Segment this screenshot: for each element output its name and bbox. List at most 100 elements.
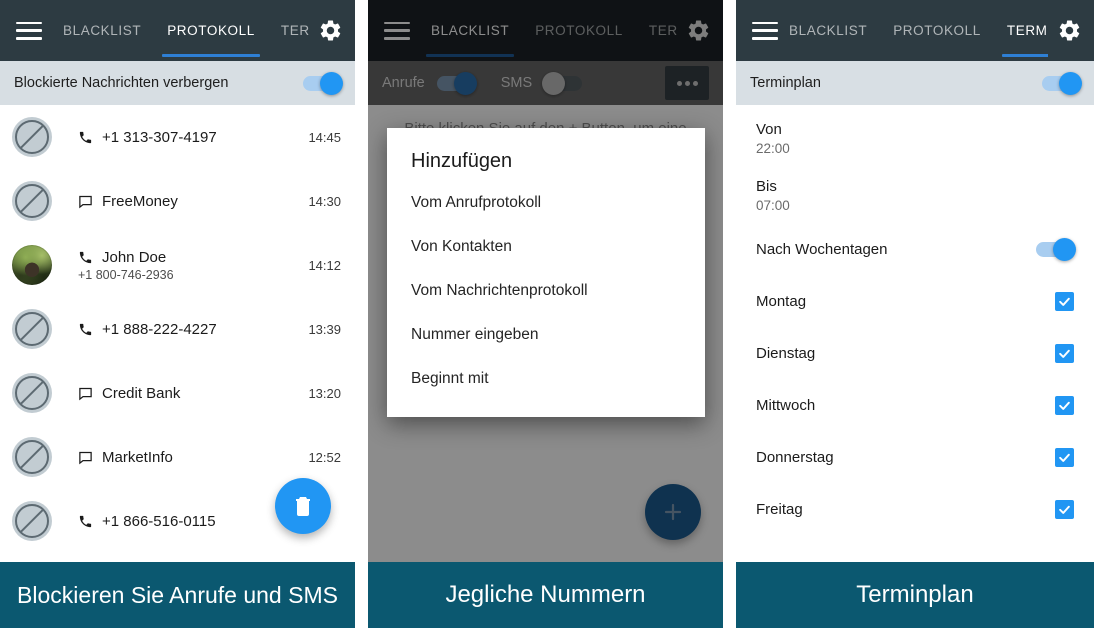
hamburger-icon[interactable] — [752, 21, 778, 40]
weekdays-label: Nach Wochentagen — [756, 240, 888, 258]
schedule-enable-toggle[interactable] — [1042, 71, 1082, 95]
panel-protokoll: BLACKLIST PROTOKOLL TERMINPLAN Blockiert… — [0, 0, 355, 628]
check-icon — [1059, 505, 1070, 514]
day-label: Montag — [756, 292, 807, 310]
app-bar: BLACKLIST PROTOKOLL TERMINPLAN — [0, 0, 355, 61]
blocked-icon — [12, 117, 52, 157]
tab-terminplan[interactable]: TERMINPLAN — [994, 0, 1048, 61]
row-title: FreeMoney — [102, 192, 178, 210]
check-icon — [1059, 401, 1070, 410]
day-label: Dienstag — [756, 344, 816, 362]
tab-bar: BLACKLIST PROTOKOLL TERMINPLAN — [50, 0, 309, 61]
day-label: Donnerstag — [756, 448, 834, 466]
hamburger-icon[interactable] — [16, 21, 42, 40]
table-row[interactable]: FreeMoney 14:30 — [0, 169, 355, 233]
day-label: Mittwoch — [756, 396, 816, 414]
phone-icon — [78, 514, 93, 529]
blocked-icon — [12, 373, 52, 413]
toggle-knob — [1053, 237, 1076, 261]
from-time-setting[interactable]: Von 22:00 — [736, 109, 1094, 166]
dialog-item-starts-with[interactable]: Beginnt mit — [387, 357, 705, 401]
day-checkbox[interactable] — [1055, 395, 1074, 415]
schedule-enable-label: Terminplan — [750, 75, 821, 91]
row-time: 13:20 — [308, 385, 341, 401]
day-checkbox[interactable] — [1055, 499, 1074, 519]
day-checkbox[interactable] — [1055, 343, 1074, 363]
row-subtitle: +1 800-746-2936 — [78, 267, 174, 282]
blocked-icon — [12, 437, 52, 477]
check-icon — [1059, 453, 1070, 462]
app-bar: BLACKLIST PROTOKOLL TERMINPLAN — [736, 0, 1094, 61]
day-row-monday[interactable]: Montag — [736, 275, 1094, 327]
schedule-settings: Von 22:00 Bis 07:00 Nach Wochentagen Mon… — [736, 105, 1094, 535]
tab-terminplan[interactable]: TERMINPLAN — [268, 0, 309, 61]
row-content: FreeMoney — [52, 193, 300, 210]
day-row-friday[interactable]: Freitag — [736, 483, 1094, 535]
tab-bar: BLACKLIST PROTOKOLL TERMINPLAN — [776, 0, 1048, 61]
row-content: +1 313-307-4197 — [52, 129, 300, 146]
table-row[interactable]: +1 888-222-4227 13:39 — [0, 297, 355, 361]
day-row-tuesday[interactable]: Dienstag — [736, 327, 1094, 379]
hide-blocked-messages-label: Blockierte Nachrichten verbergen — [14, 75, 229, 91]
schedule-enable-bar[interactable]: Terminplan — [736, 61, 1094, 105]
caption-text: Terminplan — [856, 581, 974, 608]
row-content: John Doe +1 800-746-2936 — [52, 249, 300, 282]
toggle-knob — [320, 71, 343, 95]
blocked-icon — [12, 181, 52, 221]
blocked-icon — [12, 501, 52, 541]
tab-protokoll[interactable]: PROTOKOLL — [154, 0, 268, 61]
row-content: MarketInfo — [52, 449, 300, 466]
message-icon — [78, 194, 93, 209]
trash-icon — [296, 497, 310, 516]
table-row[interactable]: Credit Bank 13:20 — [0, 361, 355, 425]
caption-text: Jegliche Nummern — [445, 581, 646, 608]
weekdays-toggle-row[interactable]: Nach Wochentagen — [736, 223, 1094, 275]
hide-blocked-messages-toggle[interactable] — [303, 71, 343, 95]
row-title: +1 888-222-4227 — [102, 320, 217, 338]
weekdays-toggle[interactable] — [1036, 237, 1076, 261]
row-time: 14:45 — [308, 129, 341, 145]
dialog-item-from-contacts[interactable]: Von Kontakten — [387, 225, 705, 269]
caption-bar: Blockieren Sie Anrufe und SMS — [0, 562, 355, 628]
message-icon — [78, 386, 93, 401]
row-primary: MarketInfo — [78, 449, 300, 466]
day-row-thursday[interactable]: Donnerstag — [736, 431, 1094, 483]
add-number-dialog: Hinzufügen Vom Anrufprotokoll Von Kontak… — [387, 128, 705, 417]
row-title: +1 866-516-0115 — [102, 512, 216, 530]
tab-blacklist[interactable]: BLACKLIST — [50, 0, 154, 61]
row-primary: +1 313-307-4197 — [78, 129, 300, 146]
check-icon — [1059, 297, 1070, 306]
dialog-item-from-call-log[interactable]: Vom Anrufprotokoll — [387, 181, 705, 225]
phone-icon — [78, 130, 93, 145]
gear-icon[interactable] — [1048, 0, 1090, 61]
row-time: 13:39 — [308, 321, 341, 337]
caption-bar: Jegliche Nummern — [368, 562, 723, 628]
phone-screen-2: BLACKLIST PROTOKOLL TERMINPLAN Anrufe SM… — [368, 0, 723, 562]
row-primary: John Doe — [78, 249, 300, 266]
day-row-wednesday[interactable]: Mittwoch — [736, 379, 1094, 431]
phone-icon — [78, 322, 93, 337]
check-icon — [1059, 349, 1070, 358]
dialog-item-enter-number[interactable]: Nummer eingeben — [387, 313, 705, 357]
day-checkbox[interactable] — [1055, 447, 1074, 467]
gear-icon[interactable] — [309, 0, 351, 61]
row-primary: Credit Bank — [78, 385, 300, 402]
table-row[interactable]: +1 313-307-4197 14:45 — [0, 105, 355, 169]
dialog-item-from-message-log[interactable]: Vom Nachrichtenprotokoll — [387, 269, 705, 313]
tab-protokoll[interactable]: PROTOKOLL — [880, 0, 994, 61]
row-time: 14:12 — [308, 257, 341, 273]
toggle-knob — [1059, 71, 1082, 95]
delete-fab[interactable] — [275, 478, 331, 534]
caption-bar: Terminplan — [736, 562, 1094, 628]
to-time-setting[interactable]: Bis 07:00 — [736, 166, 1094, 223]
day-label: Freitag — [756, 500, 803, 518]
tab-blacklist[interactable]: BLACKLIST — [776, 0, 880, 61]
phone-screen-1: BLACKLIST PROTOKOLL TERMINPLAN Blockiert… — [0, 0, 355, 562]
row-content: Credit Bank — [52, 385, 300, 402]
day-checkbox[interactable] — [1055, 291, 1074, 311]
from-value: 22:00 — [756, 141, 790, 156]
hide-blocked-messages-bar[interactable]: Blockierte Nachrichten verbergen — [0, 61, 355, 105]
table-row[interactable]: John Doe +1 800-746-2936 14:12 — [0, 233, 355, 297]
from-label: Von — [756, 121, 782, 138]
phone-icon — [78, 250, 93, 265]
